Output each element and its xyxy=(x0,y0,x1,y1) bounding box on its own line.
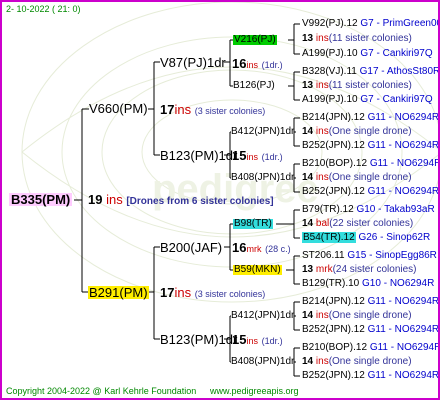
root-stats: 19 ins [Drones from 6 sister colonies] xyxy=(88,193,274,207)
root-note: [Drones from 6 sister colonies] xyxy=(126,196,274,207)
dam-note: (3 sister colonies) xyxy=(194,289,266,299)
leaf-id[interactable]: ST206.11 G15 - SinopEgg86R xyxy=(302,251,437,261)
dam-node[interactable]: B291(PM) xyxy=(88,286,149,299)
leaf-stats: 13 mrk(24 sister colonies) xyxy=(302,264,417,275)
copyright-text: Copyright 2004-2022 @ Karl Kehrle Founda… xyxy=(6,386,197,396)
dam-b-ins: ins xyxy=(246,336,258,346)
sire-a-node[interactable]: V87(PJ)1dr xyxy=(160,56,226,69)
dam-stats: 17ins (3 sister colonies) xyxy=(160,286,265,299)
sire-b-note: (1dr.) xyxy=(261,152,283,162)
sire-node[interactable]: V660(PM) xyxy=(89,102,148,115)
dam-a1-node[interactable]: B98(TR) xyxy=(233,219,273,229)
website-link[interactable]: www.pedigreeapis.org xyxy=(210,387,299,396)
sire-b-ins: ins xyxy=(246,152,258,162)
dam-a-count: 16 xyxy=(232,240,247,255)
leaf-stats: 13 ins(11 sister colonies) xyxy=(302,33,412,44)
sire-a1-node[interactable]: V216(PJ) xyxy=(233,35,277,45)
dam-b-stats: 15ins (1dr.) xyxy=(232,333,283,346)
leaf-id2[interactable]: B252(JPN).12 G11 - NO6294R xyxy=(302,187,438,197)
dam-b-count: 15 xyxy=(232,332,247,347)
sire-a-count: 16 xyxy=(232,56,247,71)
queen-root[interactable]: B335(PM) xyxy=(9,193,73,206)
sire-stats: 17ins (3 sister colonies) xyxy=(160,103,265,116)
sire-ins: ins xyxy=(174,102,192,117)
dam-a-note: (28 c.) xyxy=(265,244,291,254)
dam-a2-node[interactable]: B59(MKN) xyxy=(233,265,282,275)
sire-b2-node[interactable]: B408(JPN)1dr xyxy=(231,173,294,183)
dam-b2-node[interactable]: B408(JPN)1dr xyxy=(231,357,294,367)
dam-b-node[interactable]: B123(PM)1dr xyxy=(160,333,237,346)
leaf-stats: 13 ins(11 sister colonies) xyxy=(302,80,412,91)
sire-a-ins: ins xyxy=(246,60,258,70)
leaf-id[interactable]: B214(JPN).12 G11 - NO6294R xyxy=(302,113,438,123)
sire-note: (3 sister colonies) xyxy=(194,106,266,116)
sire-b-node[interactable]: B123(PM)1dr xyxy=(160,149,237,162)
leaf-id[interactable]: B79(TR).12 G10 - Takab93aR xyxy=(302,205,435,215)
dam-b1-node[interactable]: B412(JPN)1dr xyxy=(231,311,294,321)
leaf-id2[interactable]: A199(PJ).10 G7 - Cankiri97Q xyxy=(302,95,433,105)
leaf-id[interactable]: V992(PJ).12 G7 - PrimGreen00 xyxy=(302,19,438,29)
dam-a-node[interactable]: B200(JAF) xyxy=(160,241,222,254)
sire-a-stats: 16ins (1dr.) xyxy=(232,57,283,70)
sire-b-stats: 15ins (1dr.) xyxy=(232,149,283,162)
dam-b-note: (1dr.) xyxy=(261,336,283,346)
sire-b-count: 15 xyxy=(232,148,247,163)
sire-b1-node[interactable]: B412(JPN)1dr xyxy=(231,127,294,137)
leaf-id2[interactable]: B252(JPN).12 G11 - NO6294R xyxy=(302,325,438,335)
leaf-stats: 14 ins(One single drone) xyxy=(302,126,412,137)
sire-a2-node[interactable]: B126(PJ) xyxy=(233,81,275,91)
leaf-stats: 14 ins(One single drone) xyxy=(302,172,412,183)
dam-count: 17 xyxy=(160,285,175,300)
leaf-stats: 14 ins(One single drone) xyxy=(302,310,412,321)
leaf-id2[interactable]: B54(TR).12 G26 - Sinop62R xyxy=(302,232,430,243)
leaf-id[interactable]: B210(BOP).12 G11 - NO6294R xyxy=(302,343,438,353)
sire-count: 17 xyxy=(160,102,175,117)
leaf-id2[interactable]: B129(TR).10 G10 - NO6294R xyxy=(302,279,434,289)
leaf-id2[interactable]: B252(JPN).12 G11 - NO6294R xyxy=(302,141,438,151)
root-ins: ins xyxy=(106,192,123,207)
sire-a-note: (1dr.) xyxy=(261,60,283,70)
leaf-stats: 14 bal(22 sister colonies) xyxy=(302,218,414,229)
dam-a-stats: 16mrk (28 c.) xyxy=(232,241,291,254)
root-count: 19 xyxy=(88,192,103,207)
dam-ins: ins xyxy=(174,285,192,300)
leaf-id[interactable]: B328(VJ).11 G17 - AthosSt80R xyxy=(302,67,438,77)
leaf-id2[interactable]: A199(PJ).10 G7 - Cankiri97Q xyxy=(302,49,433,59)
leaf-id[interactable]: B214(JPN).12 G11 - NO6294R xyxy=(302,297,438,307)
dam-a-ins: mrk xyxy=(246,244,262,254)
leaf-stats: 14 ins(One single drone) xyxy=(302,356,412,367)
pedigree-frame: pedigree 2- 10-2022 (21: 0) Copyright 2… xyxy=(0,0,440,400)
leaf-id[interactable]: B210(BOP).12 G11 - NO6294R xyxy=(302,159,438,169)
leaf-id2[interactable]: B252(JPN).12 G11 - NO6294R xyxy=(302,371,438,381)
report-date: 2- 10-2022 ( 21: 0) xyxy=(6,4,81,14)
